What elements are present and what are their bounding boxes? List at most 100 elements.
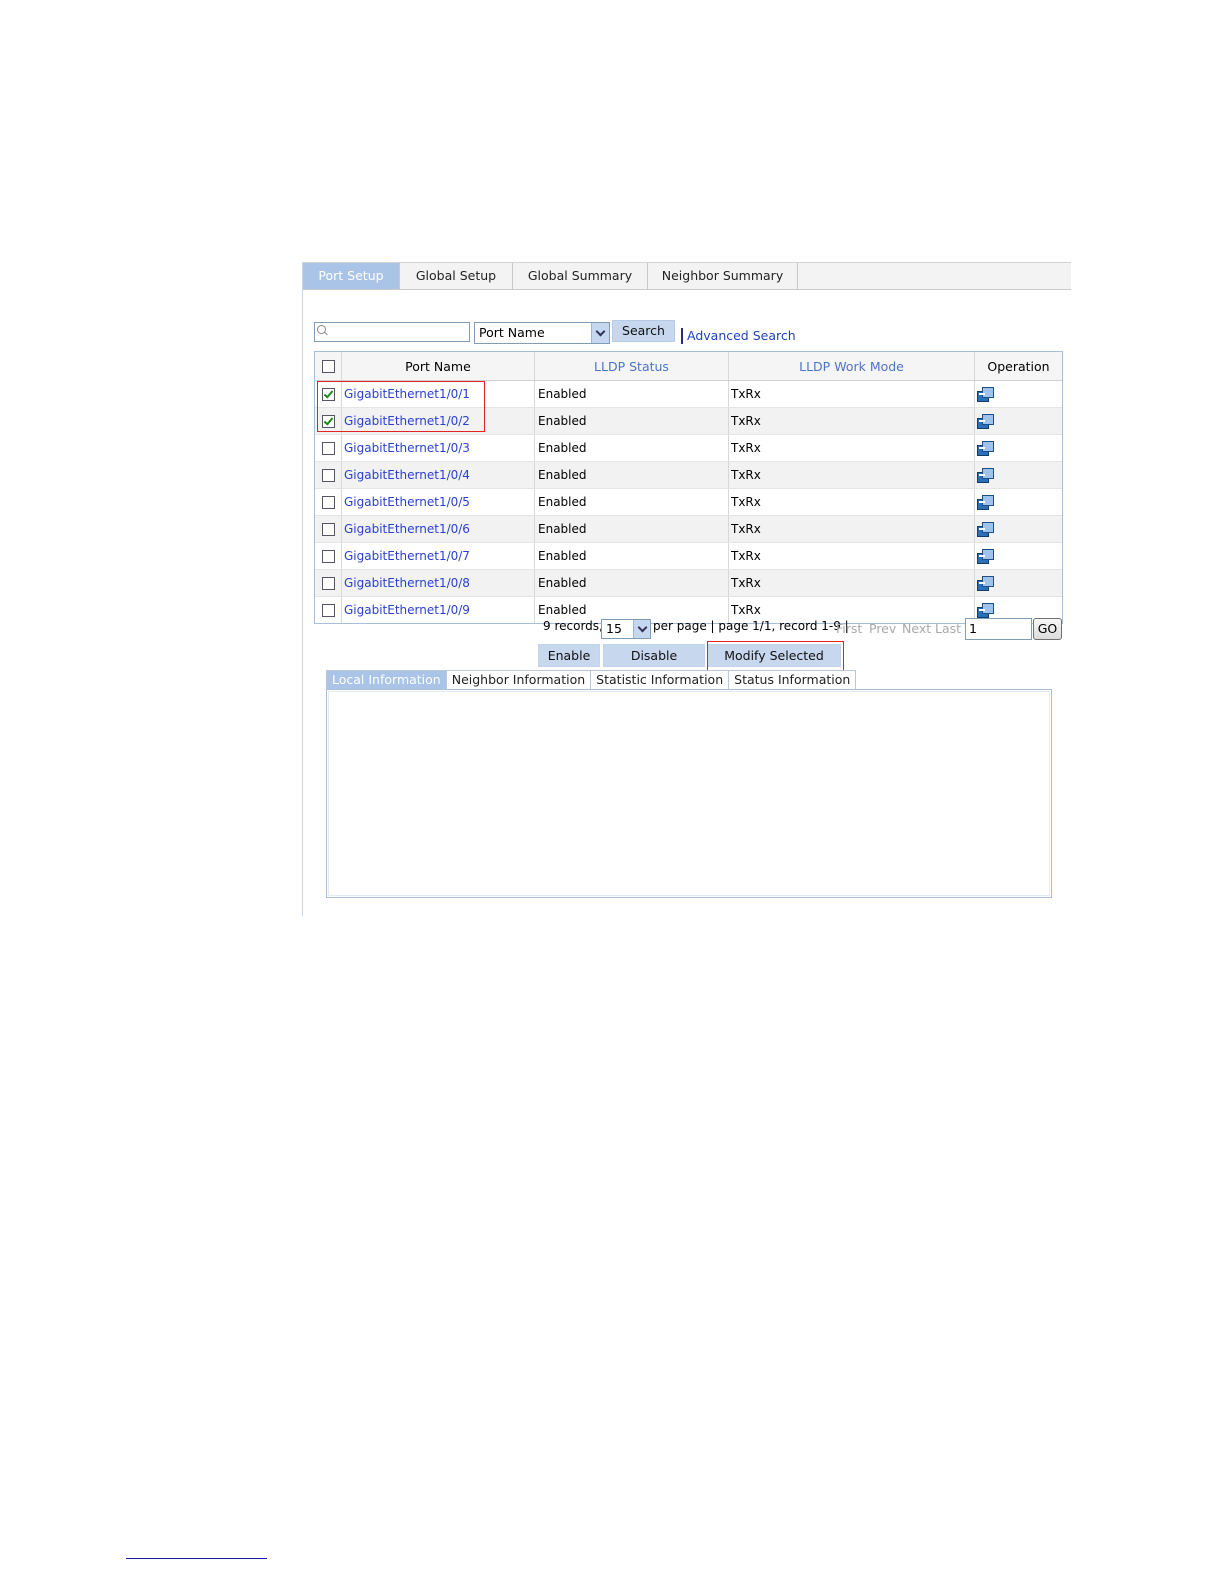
lldp-status-cell: Enabled <box>535 570 729 596</box>
port-name-link[interactable]: GigabitEthernet1/0/8 <box>344 576 470 590</box>
table-row: GigabitEthernet1/0/5 Enabled TxRx <box>315 489 1062 516</box>
row-checkbox[interactable] <box>321 522 335 536</box>
row-checkbox[interactable] <box>321 441 335 455</box>
row-select-cell <box>315 570 342 596</box>
records-count: 9 records, <box>543 619 603 633</box>
search-input[interactable] <box>314 322 470 342</box>
port-name-link[interactable]: GigabitEthernet1/0/6 <box>344 522 470 536</box>
tab-port-setup[interactable]: Port Setup <box>303 263 400 289</box>
row-checkbox[interactable] <box>321 468 335 482</box>
search-icon <box>317 325 326 334</box>
tab-status-information[interactable]: Status Information <box>729 670 857 689</box>
enable-button[interactable]: Enable <box>538 644 600 667</box>
last-page-link[interactable]: Last <box>935 621 961 636</box>
tab-global-setup[interactable]: Global Setup <box>400 263 513 289</box>
port-name-link[interactable]: GigabitEthernet1/0/9 <box>344 603 470 617</box>
per-page-select[interactable]: 15 <box>601 619 651 639</box>
lldp-work-mode-cell: TxRx <box>729 435 975 461</box>
edit-icon[interactable] <box>977 522 994 537</box>
search-field-value: Port Name <box>479 325 545 340</box>
tab-neighbor-information[interactable]: Neighbor Information <box>446 670 592 689</box>
row-checkbox[interactable] <box>321 576 335 590</box>
tab-neighbor-summary[interactable]: Neighbor Summary <box>648 263 798 289</box>
top-tab-bar: Port Setup Global Setup Global Summary N… <box>303 262 1071 290</box>
operation-cell <box>975 543 1062 569</box>
operation-cell <box>975 408 1062 434</box>
table-header-row: Port Name LLDP Status LLDP Work Mode Ope… <box>315 352 1062 381</box>
edit-icon[interactable] <box>977 549 994 564</box>
port-name-link[interactable]: GigabitEthernet1/0/3 <box>344 441 470 455</box>
port-name-cell: GigabitEthernet1/0/8 <box>342 570 535 596</box>
prev-page-link[interactable]: Prev <box>869 621 896 636</box>
operation-cell <box>975 435 1062 461</box>
search-button[interactable]: Search <box>612 320 675 342</box>
port-name-link[interactable]: GigabitEthernet1/0/4 <box>344 468 470 482</box>
table-row: GigabitEthernet1/0/8 Enabled TxRx <box>315 570 1062 597</box>
lldp-work-mode-cell: TxRx <box>729 543 975 569</box>
edit-icon[interactable] <box>977 468 994 483</box>
table-row: GigabitEthernet1/0/7 Enabled TxRx <box>315 543 1062 570</box>
column-header-operation: Operation <box>987 358 1050 374</box>
row-select-cell <box>315 489 342 515</box>
lldp-work-mode-cell: TxRx <box>729 570 975 596</box>
select-all-checkbox[interactable] <box>321 359 335 373</box>
port-name-link[interactable]: GigabitEthernet1/0/7 <box>344 549 470 563</box>
page-number-input[interactable]: 1 <box>965 618 1032 640</box>
table-row: GigabitEthernet1/0/3 Enabled TxRx <box>315 435 1062 462</box>
modify-selected-highlight <box>707 641 844 672</box>
lldp-work-mode-cell: TxRx <box>729 381 975 407</box>
lldp-status-cell: Enabled <box>535 462 729 488</box>
lldp-work-mode-cell: TxRx <box>729 462 975 488</box>
operation-cell <box>975 570 1062 596</box>
footnote-rule <box>126 1558 267 1559</box>
operation-cell <box>975 381 1062 407</box>
port-name-cell: GigabitEthernet1/0/9 <box>342 597 535 623</box>
chevron-down-icon[interactable] <box>591 323 609 343</box>
port-name-cell: GigabitEthernet1/0/3 <box>342 435 535 461</box>
lldp-status-cell: Enabled <box>535 516 729 542</box>
edit-icon[interactable] <box>977 414 994 429</box>
information-panel <box>326 689 1052 898</box>
column-header-lldp-work-mode[interactable]: LLDP Work Mode <box>729 352 975 380</box>
tab-statistic-information[interactable]: Statistic Information <box>591 670 730 689</box>
next-page-link[interactable]: Next <box>902 621 931 636</box>
edit-icon[interactable] <box>977 603 994 618</box>
lldp-status-cell: Enabled <box>535 408 729 434</box>
operation-cell <box>975 516 1062 542</box>
port-name-cell: GigabitEthernet1/0/5 <box>342 489 535 515</box>
lldp-status-cell: Enabled <box>535 435 729 461</box>
edit-icon[interactable] <box>977 441 994 456</box>
column-header-port-name[interactable]: Port Name <box>342 352 535 380</box>
row-checkbox[interactable] <box>321 603 335 617</box>
row-checkbox[interactable] <box>321 549 335 563</box>
edit-icon[interactable] <box>977 576 994 591</box>
per-page-value: 15 <box>606 621 622 636</box>
page-info: per page | page 1/1, record 1-9 | <box>653 619 849 633</box>
row-select-cell <box>315 435 342 461</box>
tab-local-information[interactable]: Local Information <box>326 670 447 689</box>
edit-icon[interactable] <box>977 387 994 402</box>
operation-cell <box>975 489 1062 515</box>
select-all-cell <box>315 352 342 380</box>
row-select-cell <box>315 516 342 542</box>
column-header-lldp-status[interactable]: LLDP Status <box>535 352 729 380</box>
edit-icon[interactable] <box>977 495 994 510</box>
port-name-cell: GigabitEthernet1/0/4 <box>342 462 535 488</box>
row-select-cell <box>315 543 342 569</box>
table-row: GigabitEthernet1/0/6 Enabled TxRx <box>315 516 1062 543</box>
table-row: GigabitEthernet1/0/4 Enabled TxRx <box>315 462 1062 489</box>
lldp-status-cell: Enabled <box>535 381 729 407</box>
chevron-down-icon[interactable] <box>633 620 650 638</box>
advanced-search-link[interactable]: Advanced Search <box>687 328 796 343</box>
row-checkbox[interactable] <box>321 495 335 509</box>
first-page-link[interactable]: First <box>836 621 862 636</box>
search-field-select[interactable]: Port Name <box>474 322 610 344</box>
disable-button[interactable]: Disable <box>603 644 705 667</box>
tab-global-summary[interactable]: Global Summary <box>513 263 648 289</box>
go-button[interactable]: GO <box>1033 618 1062 640</box>
lldp-work-mode-cell: TxRx <box>729 516 975 542</box>
lldp-status-cell: Enabled <box>535 543 729 569</box>
lldp-work-mode-cell: TxRx <box>729 408 975 434</box>
port-name-link[interactable]: GigabitEthernet1/0/5 <box>344 495 470 509</box>
lldp-port-setup-panel: Port Setup Global Setup Global Summary N… <box>302 262 1071 916</box>
